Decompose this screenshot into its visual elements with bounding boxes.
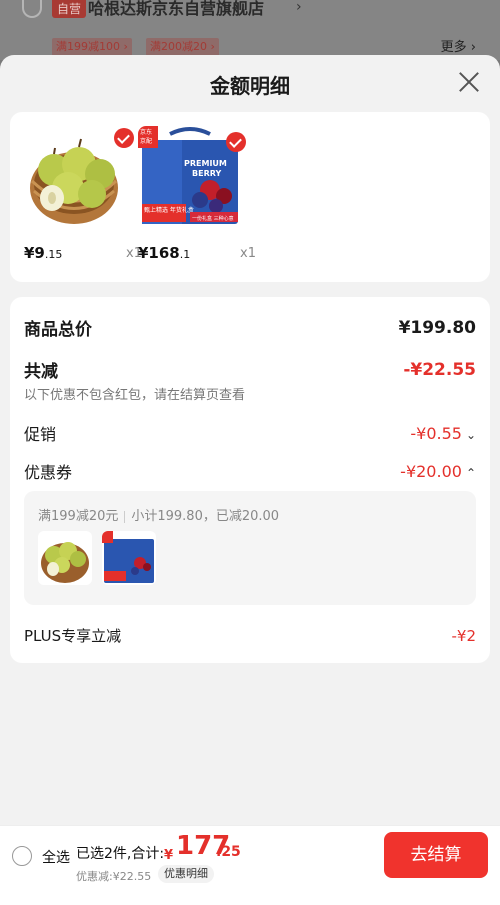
- total-price-label: 商品总价: [24, 320, 92, 340]
- product-qty: x1: [240, 246, 256, 261]
- select-all-label[interactable]: 全选: [42, 847, 70, 867]
- plus-discount-label: PLUS专享立减: [24, 627, 122, 645]
- chevron-down-icon: ⌄: [465, 427, 476, 442]
- more-coupons-link[interactable]: 更多 ›: [441, 36, 476, 55]
- promotion-value: -¥0.55 ⌄: [410, 423, 476, 443]
- promotion-row[interactable]: 促销 -¥0.55 ⌄: [24, 421, 476, 445]
- pear-basket-image: [24, 126, 128, 230]
- gift-tagline: 一份礼盒 三种心意: [192, 215, 234, 222]
- reduce-note: 以下优惠不包含红包，请在结算页查看: [24, 388, 246, 403]
- selected-check-icon[interactable]: [226, 132, 246, 152]
- selected-summary: 已选2件,合计:: [76, 846, 165, 862]
- product-price: ¥9.15: [24, 244, 63, 262]
- checkout-button[interactable]: 去结算: [384, 832, 488, 878]
- total-reduce-label: 共减: [24, 362, 58, 382]
- amount-detail-sheet: 金额明细 ¥9.15 x1 京东 京配 PREMIUM BERRY 甄上精选 年…: [0, 55, 500, 905]
- coupon-label: 优惠券: [24, 463, 73, 482]
- gift-brand-top: 京东: [140, 128, 152, 136]
- selected-check-icon[interactable]: [114, 128, 134, 148]
- close-icon[interactable]: [458, 71, 480, 93]
- total-price-row: 商品总价 ¥199.80: [24, 315, 476, 341]
- chevron-up-icon: ⌃: [465, 465, 476, 480]
- total-currency: ¥: [164, 848, 174, 863]
- plus-discount-row: PLUS专享立减 -¥2: [24, 625, 476, 646]
- coupon-detail-box: 满199减20元 小计199.80，已减20.00: [24, 491, 476, 605]
- plus-discount-value: -¥2: [451, 626, 477, 645]
- gift-headline-1: PREMIUM: [184, 159, 227, 168]
- store-coupon-2[interactable]: 满200减20 ›: [146, 38, 219, 56]
- store-name[interactable]: 哈根达斯京东自营旗舰店: [88, 0, 264, 20]
- sheet-title: 金额明细: [210, 74, 290, 98]
- products-card: ¥9.15 x1 京东 京配 PREMIUM BERRY 甄上精选 年货礼盒 一…: [10, 112, 490, 282]
- discount-detail-button[interactable]: 优惠明细: [158, 865, 214, 883]
- checkout-bar: 全选 已选2件,合计: ¥ 177 .25 优惠减:¥22.55 优惠明细 去结…: [0, 825, 500, 905]
- store-radio[interactable]: [22, 0, 42, 18]
- coupon-row[interactable]: 优惠券 -¥20.00 ⌃: [24, 459, 476, 483]
- chevron-right-icon: ›: [296, 0, 302, 15]
- product-item[interactable]: 京东 京配 PREMIUM BERRY 甄上精选 年货礼盒 一份礼盒 三种心意 …: [138, 126, 256, 262]
- store-tag: 自营: [52, 0, 87, 18]
- select-all-radio[interactable]: [12, 846, 32, 866]
- coupon-value: -¥20.00 ⌃: [400, 461, 476, 481]
- gift-brand-bottom: 京配: [140, 137, 152, 145]
- promotion-label: 促销: [24, 425, 57, 444]
- store-header: 自营 哈根达斯京东自营旗舰店 › 满199减100 › 满200减20 › 更多…: [0, 0, 500, 60]
- product-item[interactable]: ¥9.15 x1: [24, 126, 142, 262]
- coupon-detail-text: 满199减20元 小计199.80，已减20.00: [38, 509, 280, 524]
- pear-thumbnail: [38, 531, 92, 585]
- total-price-value: ¥199.80: [398, 317, 476, 338]
- gift-headline-2: BERRY: [192, 169, 221, 178]
- berry-box-thumbnail: [102, 531, 156, 585]
- gift-banner: 甄上精选 年货礼盒: [144, 206, 194, 214]
- total-reduce-value: -¥22.55: [403, 359, 476, 380]
- store-coupon-1[interactable]: 满199减100 ›: [52, 38, 132, 56]
- discount-summary: 优惠减:¥22.55: [76, 870, 152, 883]
- price-detail-card: 商品总价 ¥199.80 共减 -¥22.55 以下优惠不包含红包，请在结算页查…: [10, 297, 490, 663]
- product-price: ¥168.1: [138, 244, 191, 262]
- total-reduce-row: 共减 -¥22.55: [24, 357, 476, 383]
- total-amount-dec: .25: [216, 844, 241, 860]
